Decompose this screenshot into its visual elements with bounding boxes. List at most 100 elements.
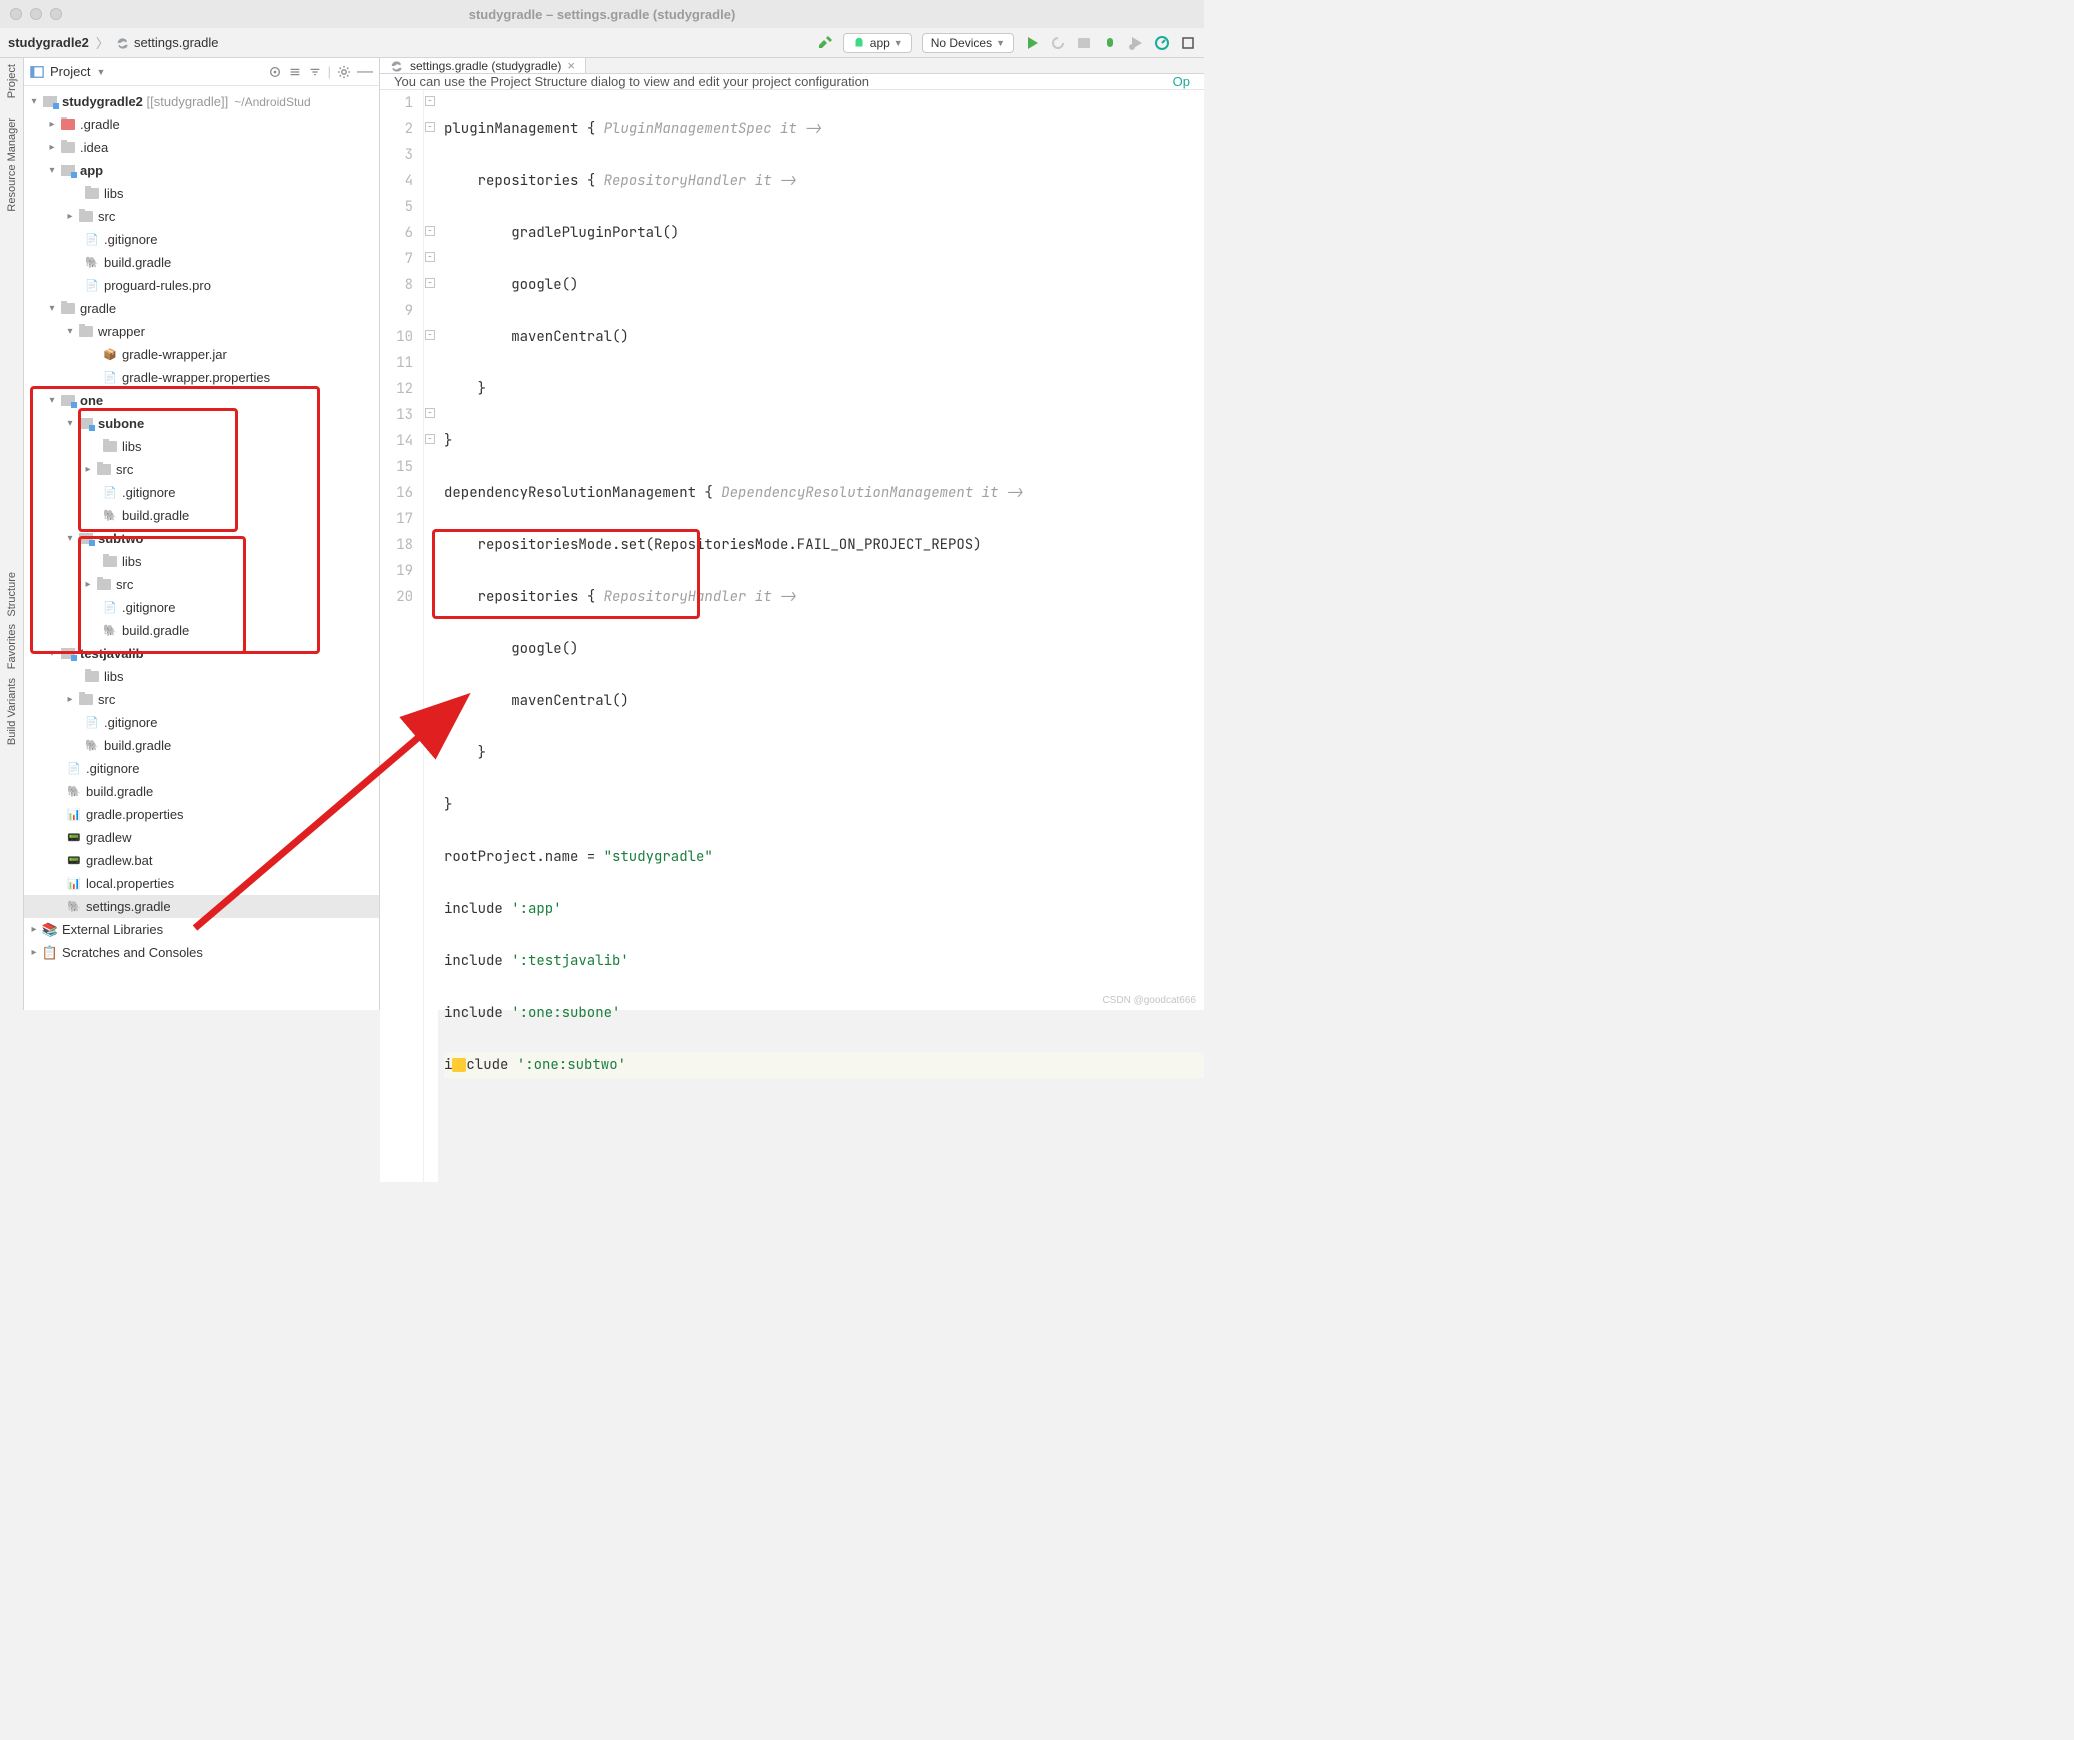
run-config-label: app	[870, 36, 890, 50]
chevron-down-icon[interactable]: ▼	[96, 67, 105, 77]
breadcrumb-file[interactable]: settings.gradle	[134, 35, 219, 50]
line-gutter: 1234567891011121314151617181920	[380, 90, 424, 1182]
tree-item[interactable]: ▸.idea	[24, 136, 379, 159]
activity-restart-icon[interactable]	[1076, 35, 1092, 51]
tree-item[interactable]: 📄.gitignore	[24, 481, 379, 504]
scratches-icon: 📋	[42, 945, 58, 961]
tree-item[interactable]: 🐘build.gradle	[24, 734, 379, 757]
editor-area: settings.gradle (studygradle) × You can …	[380, 58, 1204, 1010]
window-controls[interactable]	[10, 8, 62, 20]
tree-item[interactable]: ▸.gradle	[24, 113, 379, 136]
expand-all-icon[interactable]	[288, 65, 302, 79]
tree-item[interactable]: 📄.gitignore	[24, 711, 379, 734]
rail-project[interactable]: Project	[6, 64, 18, 98]
tree-item[interactable]: ▾one	[24, 389, 379, 412]
minimize-window-icon[interactable]	[30, 8, 42, 20]
tree-item[interactable]: 🐘build.gradle	[24, 780, 379, 803]
tree-item[interactable]: 📄.gitignore	[24, 757, 379, 780]
chevron-down-icon: ▼	[996, 38, 1005, 48]
tree-item[interactable]: 📟gradlew	[24, 826, 379, 849]
tree-item[interactable]: ▸src	[24, 573, 379, 596]
tree-item[interactable]: ▾wrapper	[24, 320, 379, 343]
project-panel: Project ▼ | — ▾studygradle2 [[studygradl…	[24, 58, 380, 1010]
rail-favorites[interactable]: Favorites	[6, 624, 18, 669]
tree-item[interactable]: libs	[24, 435, 379, 458]
rail-build-variants[interactable]: Build Variants	[6, 678, 18, 745]
notification-bar: You can use the Project Structure dialog…	[380, 74, 1204, 90]
run-icon[interactable]	[1024, 35, 1040, 51]
tree-item[interactable]: 📟gradlew.bat	[24, 849, 379, 872]
tree-item[interactable]: ▸src	[24, 458, 379, 481]
code-editor[interactable]: 1234567891011121314151617181920 − − − − …	[380, 90, 1204, 1182]
main-toolbar: studygradle2 〉 settings.gradle app ▼ No …	[0, 28, 1204, 58]
fold-column[interactable]: − − − − − − − −	[424, 90, 438, 1182]
tree-item[interactable]: ▸📋Scratches and Consoles	[24, 941, 379, 964]
tree-item[interactable]: ▾testjavalib	[24, 642, 379, 665]
gear-icon[interactable]	[337, 65, 351, 79]
coverage-icon[interactable]	[1128, 35, 1144, 51]
tree-item[interactable]: 🐘build.gradle	[24, 251, 379, 274]
gradle-icon	[116, 36, 130, 50]
divider: |	[328, 64, 331, 79]
collapse-all-icon[interactable]	[308, 65, 322, 79]
tree-item[interactable]: 📊local.properties	[24, 872, 379, 895]
tab-label: settings.gradle (studygradle)	[410, 59, 561, 73]
notice-text: You can use the Project Structure dialog…	[394, 74, 869, 89]
apply-changes-icon[interactable]	[1050, 35, 1066, 51]
project-panel-header: Project ▼ | —	[24, 58, 379, 86]
chevron-down-icon: ▼	[894, 38, 903, 48]
device-combo[interactable]: No Devices ▼	[922, 33, 1014, 53]
tree-item[interactable]: ▸src	[24, 688, 379, 711]
tree-item[interactable]: libs	[24, 182, 379, 205]
tree-item[interactable]: 🐘build.gradle	[24, 619, 379, 642]
rail-resource-manager[interactable]: Resource Manager	[6, 118, 18, 212]
debug-icon[interactable]	[1102, 35, 1118, 51]
code-content[interactable]: pluginManagement { PluginManagementSpec …	[438, 90, 1204, 1182]
close-window-icon[interactable]	[10, 8, 22, 20]
rail-structure[interactable]: Structure	[6, 572, 18, 617]
app-inspection-icon[interactable]	[1180, 35, 1196, 51]
gradle-icon	[390, 59, 404, 73]
breadcrumb-module[interactable]: studygradle2	[8, 35, 89, 50]
editor-tab[interactable]: settings.gradle (studygradle) ×	[380, 58, 586, 73]
tree-item[interactable]: libs	[24, 665, 379, 688]
window-title-bar: studygradle – settings.gradle (studygrad…	[0, 0, 1204, 28]
project-tree[interactable]: ▾studygradle2 [[studygradle]]~/AndroidSt…	[24, 86, 379, 1010]
tree-item[interactable]: ▸📚External Libraries	[24, 918, 379, 941]
watermark: CSDN @goodcat666	[1102, 995, 1196, 1006]
zoom-window-icon[interactable]	[50, 8, 62, 20]
tree-item[interactable]: 📄.gitignore	[24, 596, 379, 619]
tree-item[interactable]: 🐘build.gradle	[24, 504, 379, 527]
tree-root[interactable]: ▾studygradle2 [[studygradle]]~/AndroidSt…	[24, 90, 379, 113]
chevron-right-icon: 〉	[96, 33, 109, 52]
tree-item[interactable]: libs	[24, 550, 379, 573]
tree-item[interactable]: ▾app	[24, 159, 379, 182]
intention-bulb-icon[interactable]	[452, 1058, 466, 1072]
device-label: No Devices	[931, 36, 992, 50]
profiler-icon[interactable]	[1154, 35, 1170, 51]
tree-item[interactable]: ▾gradle	[24, 297, 379, 320]
tree-item[interactable]: ▾subone	[24, 412, 379, 435]
hammer-icon[interactable]	[817, 35, 833, 51]
toolbar-right: app ▼ No Devices ▼	[817, 33, 1196, 53]
editor-tabs: settings.gradle (studygradle) ×	[380, 58, 1204, 74]
select-opened-file-icon[interactable]	[268, 65, 282, 79]
run-config-combo[interactable]: app ▼	[843, 33, 912, 53]
hide-button[interactable]: —	[357, 63, 373, 81]
tree-item[interactable]: ▸src	[24, 205, 379, 228]
breadcrumb[interactable]: studygradle2 〉 settings.gradle	[8, 33, 219, 52]
panel-title[interactable]: Project	[50, 64, 90, 79]
tree-item[interactable]: 📄proguard-rules.pro	[24, 274, 379, 297]
library-icon: 📚	[42, 922, 58, 938]
tree-item-selected[interactable]: 🐘settings.gradle	[24, 895, 379, 918]
tree-item[interactable]: 📄.gitignore	[24, 228, 379, 251]
tree-item[interactable]: ▾subtwo	[24, 527, 379, 550]
close-tab-icon[interactable]: ×	[567, 58, 575, 73]
tree-item[interactable]: 📄gradle-wrapper.properties	[24, 366, 379, 389]
android-icon	[852, 36, 866, 50]
tree-item[interactable]: 📊gradle.properties	[24, 803, 379, 826]
project-view-icon[interactable]	[30, 65, 44, 79]
notice-action[interactable]: Op	[1173, 74, 1190, 89]
window-title: studygradle – settings.gradle (studygrad…	[469, 7, 736, 22]
tree-item[interactable]: 📦gradle-wrapper.jar	[24, 343, 379, 366]
